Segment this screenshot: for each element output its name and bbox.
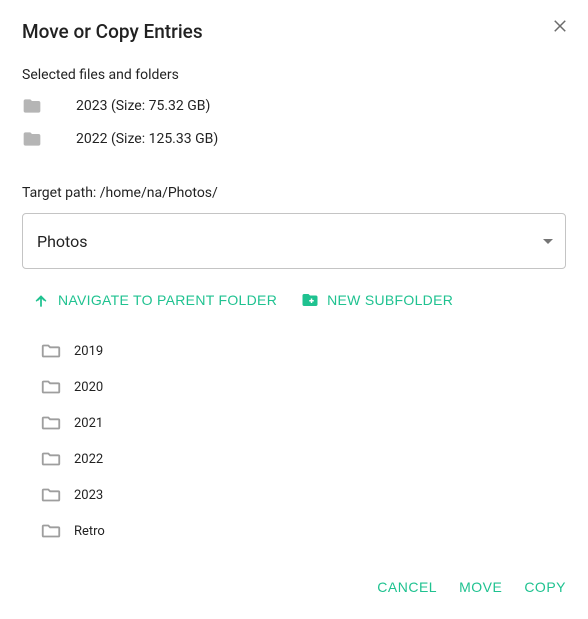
folder-row[interactable]: 2022 xyxy=(40,441,566,477)
folder-name: 2021 xyxy=(74,416,103,431)
folder-outline-icon xyxy=(40,412,62,434)
folder-name: Retro xyxy=(74,524,105,539)
folder-name: 2023 xyxy=(74,488,103,503)
navigate-parent-button[interactable]: NAVIGATE TO PARENT FOLDER xyxy=(32,285,277,315)
move-button[interactable]: MOVE xyxy=(459,573,502,601)
folder-list: 2019 2020 2021 2022 2023 xyxy=(22,333,566,549)
folder-row[interactable]: Retro xyxy=(40,513,566,549)
folder-name: 2020 xyxy=(74,380,103,395)
folder-row[interactable]: 2020 xyxy=(40,369,566,405)
close-button[interactable] xyxy=(548,14,572,38)
folder-outline-icon xyxy=(40,448,62,470)
arrow-up-icon xyxy=(32,291,50,309)
new-subfolder-button[interactable]: NEW SUBFOLDER xyxy=(301,285,453,315)
move-copy-dialog: Move or Copy Entries Selected files and … xyxy=(0,0,588,619)
new-folder-icon xyxy=(301,291,319,309)
folder-icon xyxy=(22,96,42,116)
folder-outline-icon xyxy=(40,376,62,398)
folder-row[interactable]: 2021 xyxy=(40,405,566,441)
target-path-label: Target path: /home/na/Photos/ xyxy=(22,185,566,201)
chevron-down-icon xyxy=(543,239,553,244)
navigate-parent-label: NAVIGATE TO PARENT FOLDER xyxy=(58,292,277,308)
folder-outline-icon xyxy=(40,340,62,362)
selected-item-text: 2022 (Size: 125.33 GB) xyxy=(76,131,218,147)
folder-row[interactable]: 2019 xyxy=(40,333,566,369)
folder-name: 2019 xyxy=(74,344,103,359)
folder-outline-icon xyxy=(40,484,62,506)
selected-item: 2023 (Size: 75.32 GB) xyxy=(22,96,566,116)
folder-icon xyxy=(22,129,42,149)
folder-outline-icon xyxy=(40,520,62,542)
folder-name: 2022 xyxy=(74,452,103,467)
dialog-title: Move or Copy Entries xyxy=(22,20,566,43)
folder-row[interactable]: 2023 xyxy=(40,477,566,513)
copy-button[interactable]: COPY xyxy=(524,573,566,601)
folder-actions-row: NAVIGATE TO PARENT FOLDER NEW SUBFOLDER xyxy=(22,285,566,315)
select-value: Photos xyxy=(37,232,543,251)
new-subfolder-label: NEW SUBFOLDER xyxy=(327,292,453,308)
selected-item-text: 2023 (Size: 75.32 GB) xyxy=(76,98,210,114)
dialog-button-bar: CANCEL MOVE COPY xyxy=(22,573,566,601)
cancel-button[interactable]: CANCEL xyxy=(377,573,437,601)
selected-item: 2022 (Size: 125.33 GB) xyxy=(22,129,566,149)
selected-items-list: 2023 (Size: 75.32 GB) 2022 (Size: 125.33… xyxy=(22,83,566,149)
target-folder-select[interactable]: Photos xyxy=(22,213,566,269)
selected-files-label: Selected files and folders xyxy=(22,67,566,83)
close-icon xyxy=(551,17,569,35)
